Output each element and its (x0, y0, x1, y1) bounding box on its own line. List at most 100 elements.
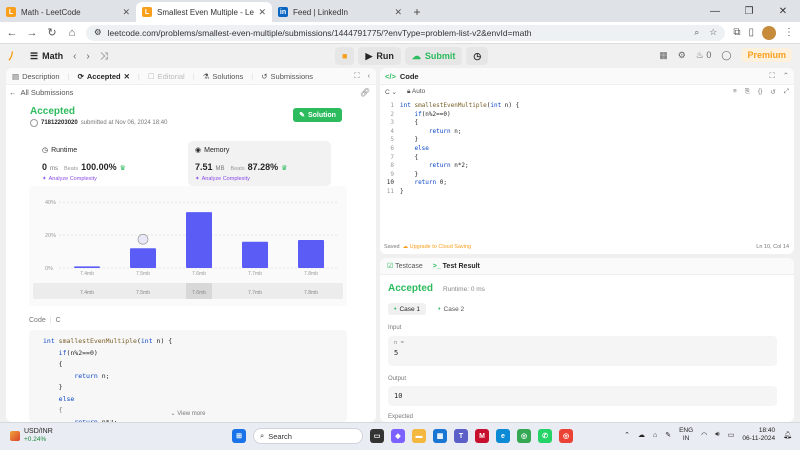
case-1-tab[interactable]: • Case 1 (388, 303, 427, 315)
browser-menu-icon[interactable]: ⋮ (784, 27, 794, 38)
autocomplete-toggle[interactable]: 🔒︎ Auto (407, 88, 425, 96)
submit-label: Submit (424, 51, 456, 61)
code-editor[interactable]: 1 int smallestEvenMultiple(int n) {2 if(n… (380, 102, 794, 242)
extensions-icon[interactable]: ⧉ (733, 27, 740, 38)
task-view-icon[interactable]: ▭ (370, 429, 384, 443)
windows-start-icon[interactable]: ⊞ (232, 429, 246, 443)
clock[interactable]: 18:40 06-11-2024 (742, 427, 775, 443)
settings-icon[interactable]: ⚙ (678, 50, 686, 61)
upgrade-cloud-link[interactable]: ☁ Upgrade to Cloud Saving (403, 244, 472, 250)
chrome-profile-icon[interactable]: ◎ (559, 429, 573, 443)
whatsapp-icon[interactable]: ✆ (538, 429, 552, 443)
forward-icon[interactable]: → (26, 27, 38, 39)
notifications-icon[interactable]: 🔔︎ (783, 431, 792, 439)
collapse-panel-icon[interactable]: ‹ (368, 71, 371, 81)
tab-solutions[interactable]: ⚗ Solutions (203, 72, 244, 81)
submitter-name[interactable]: 71812203020 (41, 120, 78, 126)
chart-bar[interactable] (186, 212, 212, 268)
maximize-panel-icon[interactable]: ⛶ (354, 71, 359, 81)
bookmark-star-icon[interactable]: ☆ (709, 27, 717, 38)
tab-testcase[interactable]: ☑ Testcase (387, 262, 423, 270)
copilot-icon[interactable]: ◆ (391, 429, 405, 443)
minimize-icon[interactable]: — (698, 0, 732, 22)
chart-bar[interactable] (298, 240, 324, 268)
tab-description[interactable]: ▤ Description (12, 72, 60, 81)
edge-icon[interactable]: e (496, 429, 510, 443)
analyze-complexity-link[interactable]: ✦ Analyze Complexity (42, 176, 171, 182)
chart-bar[interactable] (74, 266, 100, 268)
reset-icon[interactable]: ↺ (770, 88, 775, 96)
maximize-icon[interactable]: ❐ (732, 0, 766, 22)
premium-button[interactable]: Premium (741, 48, 792, 62)
next-problem-icon[interactable]: › (86, 51, 89, 62)
teams-icon[interactable]: T (454, 429, 468, 443)
all-submissions-link[interactable]: ← All Submissions (9, 88, 73, 97)
maximize-panel-icon[interactable]: ⛶ (769, 71, 774, 81)
tab-test-result[interactable]: >_ Test Result (433, 263, 480, 270)
share-link-icon[interactable]: 🔗︎ (360, 88, 370, 97)
language-indicator[interactable]: ENG IN (679, 427, 693, 443)
cloud-tray-icon[interactable]: ☁ (638, 431, 645, 439)
leetcode-logo-icon[interactable]: ﾉ (8, 50, 20, 62)
x-tick-label: 7.4mb (80, 271, 94, 277)
file-explorer-icon[interactable]: ▬ (412, 429, 426, 443)
close-tab-icon[interactable]: ✕ (394, 7, 402, 18)
runtime-card[interactable]: ◷ Runtime 0 ms Beats 100.00% ♛ ✦ Analyze C… (35, 141, 178, 186)
pen-icon[interactable]: ✎ (665, 431, 671, 439)
memory-card[interactable]: ◉ Memory 7.51 MB Beats 87.28% ♛ ✦ Analyze … (188, 141, 331, 186)
bookmark-icon[interactable]: ⎘ (745, 88, 750, 96)
layout-icon[interactable]: ▦ (659, 50, 668, 61)
analyze-complexity-link[interactable]: ✦ Analyze Complexity (195, 176, 324, 182)
zoom-icon[interactable]: ⌕ (694, 27, 699, 38)
debug-button[interactable]: ■ (335, 47, 355, 65)
battery-icon[interactable]: ▭ (728, 431, 735, 439)
browser-tab[interactable]: L Smallest Even Multiple - LeetCo ✕ (136, 2, 272, 22)
site-info-icon[interactable]: ⚙ (94, 27, 102, 38)
brace-icon[interactable]: {} (758, 88, 762, 96)
close-tab-icon[interactable]: ✕ (124, 72, 130, 81)
volume-icon[interactable]: 🔊︎ (715, 431, 719, 439)
browser-tab[interactable]: L Math - LeetCode ✕ (0, 2, 136, 22)
solution-button[interactable]: ✎ Solution (293, 108, 342, 122)
reload-icon[interactable]: ↻ (46, 26, 58, 39)
problem-list-button[interactable]: ☰ Math (30, 51, 63, 62)
view-more-button[interactable]: ⌄ View more (29, 402, 347, 420)
case-2-tab[interactable]: • Case 2 (432, 303, 470, 315)
user-avatar-icon[interactable]: ◯ (721, 50, 731, 61)
sidebar-icon[interactable]: ▯ (748, 27, 754, 38)
network-icon[interactable]: ⌂ (653, 432, 657, 439)
close-window-icon[interactable]: ✕ (766, 0, 800, 22)
streak-button[interactable]: ♨ 0 (696, 50, 712, 61)
submit-button[interactable]: ☁ Submit (404, 47, 463, 65)
run-button[interactable]: ▶ Run (358, 47, 401, 65)
expand-icon[interactable]: ⤢ (784, 88, 789, 96)
browser-tab[interactable]: in Feed | LinkedIn ✕ (272, 2, 408, 22)
language-select[interactable]: C ⌄ (385, 88, 397, 96)
prev-problem-icon[interactable]: ‹ (73, 51, 76, 62)
tab-submissions[interactable]: ↺ Submissions (261, 72, 313, 81)
shuffle-icon[interactable]: ⤨ (100, 51, 108, 62)
chart-bar[interactable] (130, 248, 156, 268)
mcafee-icon[interactable]: M (475, 429, 489, 443)
chrome-icon[interactable]: ◎ (517, 429, 531, 443)
url-input[interactable]: ⚙ leetcode.com/problems/smallest-even-mu… (86, 24, 726, 41)
tab-editorial[interactable]: ☐ Editorial (148, 72, 185, 81)
notes-button[interactable]: ◷ (466, 47, 489, 65)
new-tab-button[interactable]: + (408, 2, 426, 22)
market-widget[interactable]: USD/INR +0.24% (10, 428, 53, 444)
tab-accepted[interactable]: ⟳ Accepted ✕ (78, 72, 130, 81)
close-tab-icon[interactable]: ✕ (258, 7, 266, 18)
store-icon[interactable]: ▦ (433, 429, 447, 443)
back-icon[interactable]: ← (6, 27, 18, 39)
taskbar-search-input[interactable]: ⌕ Search (253, 428, 363, 444)
editor-toolbar: C ⌄ 🔒︎ Auto ≡ ⎘ {} ↺ ⤢ (380, 85, 794, 99)
wifi-icon[interactable]: ◠ (701, 431, 707, 439)
chevron-up-icon[interactable]: ⌃ (624, 431, 630, 439)
chart-bar[interactable] (242, 241, 268, 268)
close-tab-icon[interactable]: ✕ (122, 7, 130, 18)
home-icon[interactable]: ⌂ (66, 27, 78, 39)
collapse-panel-icon[interactable]: ⌃ (783, 71, 789, 81)
expected-label: Expected (388, 414, 414, 420)
profile-avatar[interactable] (762, 25, 776, 40)
format-icon[interactable]: ≡ (733, 88, 737, 96)
